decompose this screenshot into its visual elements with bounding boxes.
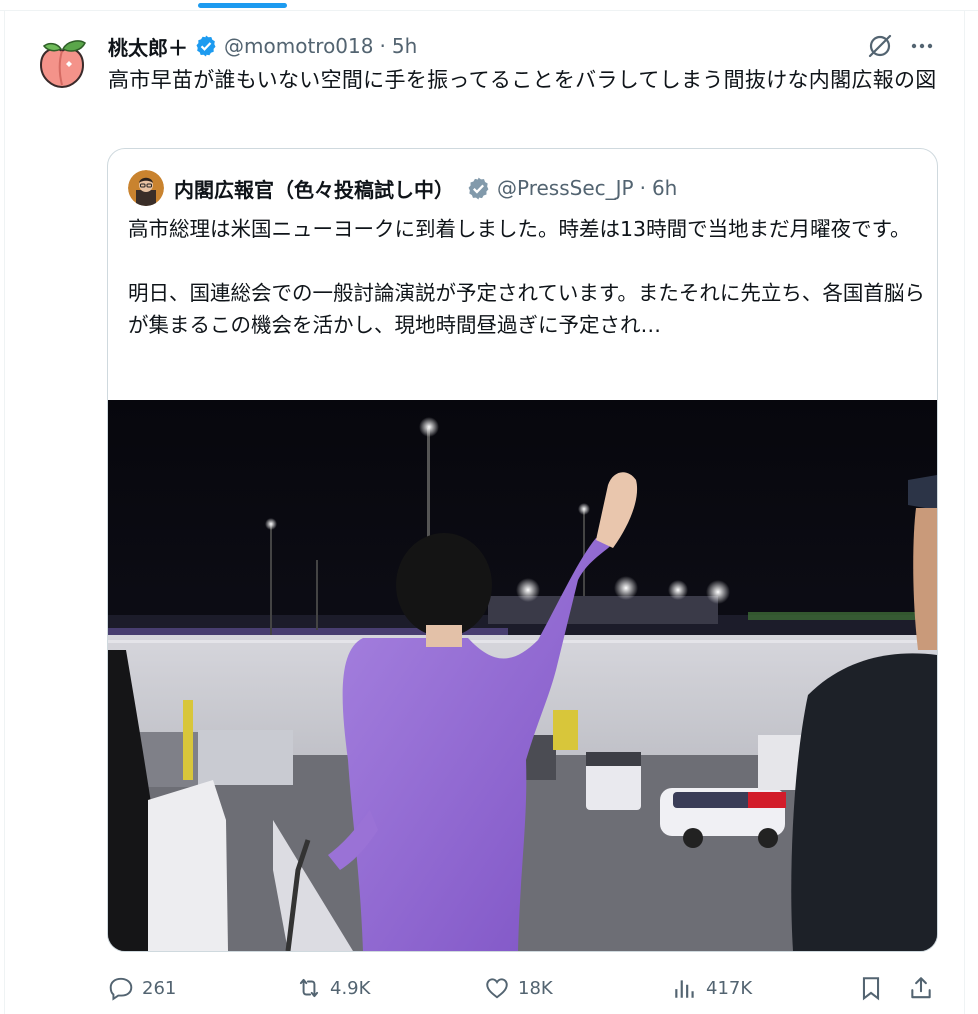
author-handle[interactable]: @momotro018 <box>224 34 373 58</box>
author-name[interactable]: 桃太郎＋ <box>108 32 188 61</box>
views-icon <box>675 980 694 998</box>
timeline-left-border <box>4 10 5 1014</box>
bookmark-button[interactable] <box>858 970 884 1006</box>
views-count: 417K <box>706 977 753 999</box>
peach-avatar-icon[interactable] <box>35 37 89 91</box>
quoted-paragraph-2: 明日、国連総会での一般討論演説が予定されています。またそれに先立ち、各国首脳らが… <box>128 281 925 337</box>
separator-dot: · <box>639 176 646 200</box>
reply-icon <box>109 977 133 1001</box>
timeline-right-border <box>964 10 965 1014</box>
quoted-author-avatar[interactable] <box>128 170 164 206</box>
tweet-actions: 261 4.9K 18K 417K <box>108 970 940 1006</box>
like-button[interactable]: 18K <box>484 970 553 1006</box>
quoted-tweet-header: 内閣広報官（色々投稿試し中） @PressSec_JP · 6h <box>128 169 677 207</box>
quoted-author-handle[interactable]: @PressSec_JP <box>497 176 634 200</box>
share-icon <box>911 977 931 999</box>
tab-bar <box>0 0 978 11</box>
share-button[interactable] <box>908 970 934 1006</box>
more-icon[interactable] <box>908 32 936 60</box>
tweet-time[interactable]: 5h <box>392 34 417 58</box>
retweet-icon <box>299 978 319 998</box>
quoted-paragraph-1: 高市総理は米国ニューヨークに到着しました。時差は13時間で当地まだ月曜夜です。 <box>128 217 911 241</box>
views-button[interactable]: 417K <box>672 970 752 1006</box>
tweet-text: 高市早苗が誰もいない空間に手を振ってることをバラしてしまう間抜けな内閣広報の図 <box>108 68 937 92</box>
grok-icon[interactable] <box>866 32 894 60</box>
quoted-tweet-photo[interactable] <box>108 400 937 951</box>
quoted-tweet[interactable]: 内閣広報官（色々投稿試し中） @PressSec_JP · 6h 高市総理は米国… <box>107 148 938 952</box>
verified-badge-icon[interactable] <box>194 34 218 58</box>
retweet-count: 4.9K <box>330 977 371 999</box>
reply-button[interactable]: 261 <box>108 970 176 1006</box>
separator-dot: · <box>379 34 386 58</box>
tweet-header: 桃太郎＋ @momotro018 · 5h <box>108 31 417 61</box>
bookmark-icon <box>862 977 880 1001</box>
like-icon <box>486 978 508 999</box>
reply-count: 261 <box>142 977 177 999</box>
quoted-tweet-time[interactable]: 6h <box>652 176 677 200</box>
verified-badge-icon[interactable] <box>466 176 491 201</box>
quoted-author-name[interactable]: 内閣広報官（色々投稿試し中） <box>174 174 454 203</box>
quoted-tweet-text: 高市総理は米国ニューヨークに到着しました。時差は13時間で当地まだ月曜夜です。 … <box>128 213 928 341</box>
like-count: 18K <box>518 977 553 999</box>
retweet-button[interactable]: 4.9K <box>296 970 370 1006</box>
active-tab-indicator <box>198 3 287 8</box>
